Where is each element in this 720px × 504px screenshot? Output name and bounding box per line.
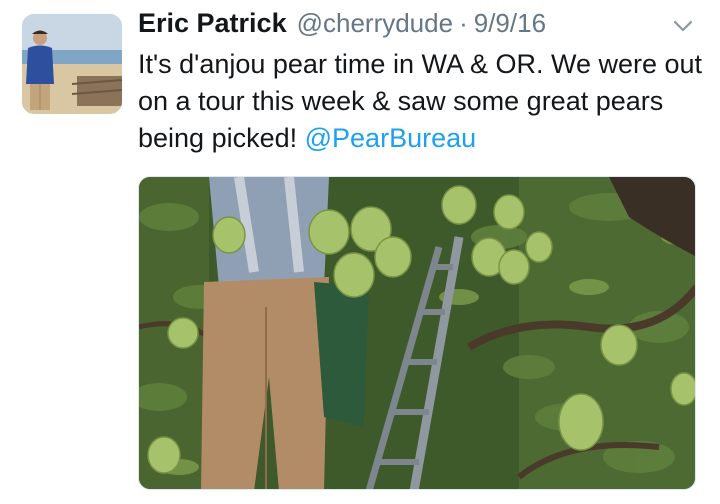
mention-link[interactable]: @PearBureau (305, 123, 477, 153)
tweet-header: Eric Patrick @cherrydude · 9/9/16 (138, 8, 660, 48)
tweet-date[interactable]: 9/9/16 (474, 8, 546, 39)
author-name[interactable]: Eric Patrick (138, 8, 287, 39)
tweet: Eric Patrick @cherrydude · 9/9/16 It's d… (0, 0, 720, 504)
author-handle[interactable]: @cherrydude (297, 8, 453, 39)
tweet-text: It's d'anjou pear time in WA & OR. We we… (138, 46, 708, 157)
chevron-down-icon[interactable] (672, 18, 694, 34)
tweet-photo[interactable] (138, 176, 696, 490)
separator: · (459, 8, 468, 38)
pear-orchard-photo (139, 177, 695, 489)
avatar[interactable] (22, 14, 122, 114)
avatar-image (22, 14, 122, 114)
